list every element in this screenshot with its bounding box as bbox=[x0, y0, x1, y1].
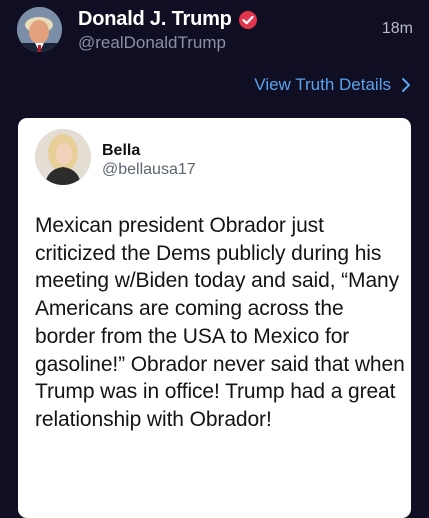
quoted-author-handle: @bellausa17 bbox=[102, 161, 196, 178]
quoted-post-text: Mexican president Obrador just criticize… bbox=[35, 214, 405, 431]
quoted-author-avatar[interactable] bbox=[35, 129, 91, 185]
view-truth-details-link[interactable]: View Truth Details bbox=[254, 75, 411, 95]
author-handle[interactable]: @realDonaldTrump bbox=[78, 33, 226, 53]
truth-post: Donald J. Trump @realDonaldTrump 18m Vie… bbox=[0, 0, 429, 518]
author-name-row: Donald J. Trump bbox=[78, 8, 258, 31]
post-timestamp: 18m bbox=[381, 20, 413, 37]
quoted-author-name: Bella bbox=[102, 142, 141, 159]
author-avatar[interactable] bbox=[17, 7, 62, 52]
quoted-post-card[interactable]: Bella @bellausa17 Mexican president Obra… bbox=[18, 118, 411, 518]
author-name[interactable]: Donald J. Trump bbox=[78, 8, 232, 31]
chevron-right-icon bbox=[401, 77, 411, 93]
view-truth-details-label: View Truth Details bbox=[254, 75, 391, 94]
verified-badge-icon bbox=[238, 10, 258, 30]
